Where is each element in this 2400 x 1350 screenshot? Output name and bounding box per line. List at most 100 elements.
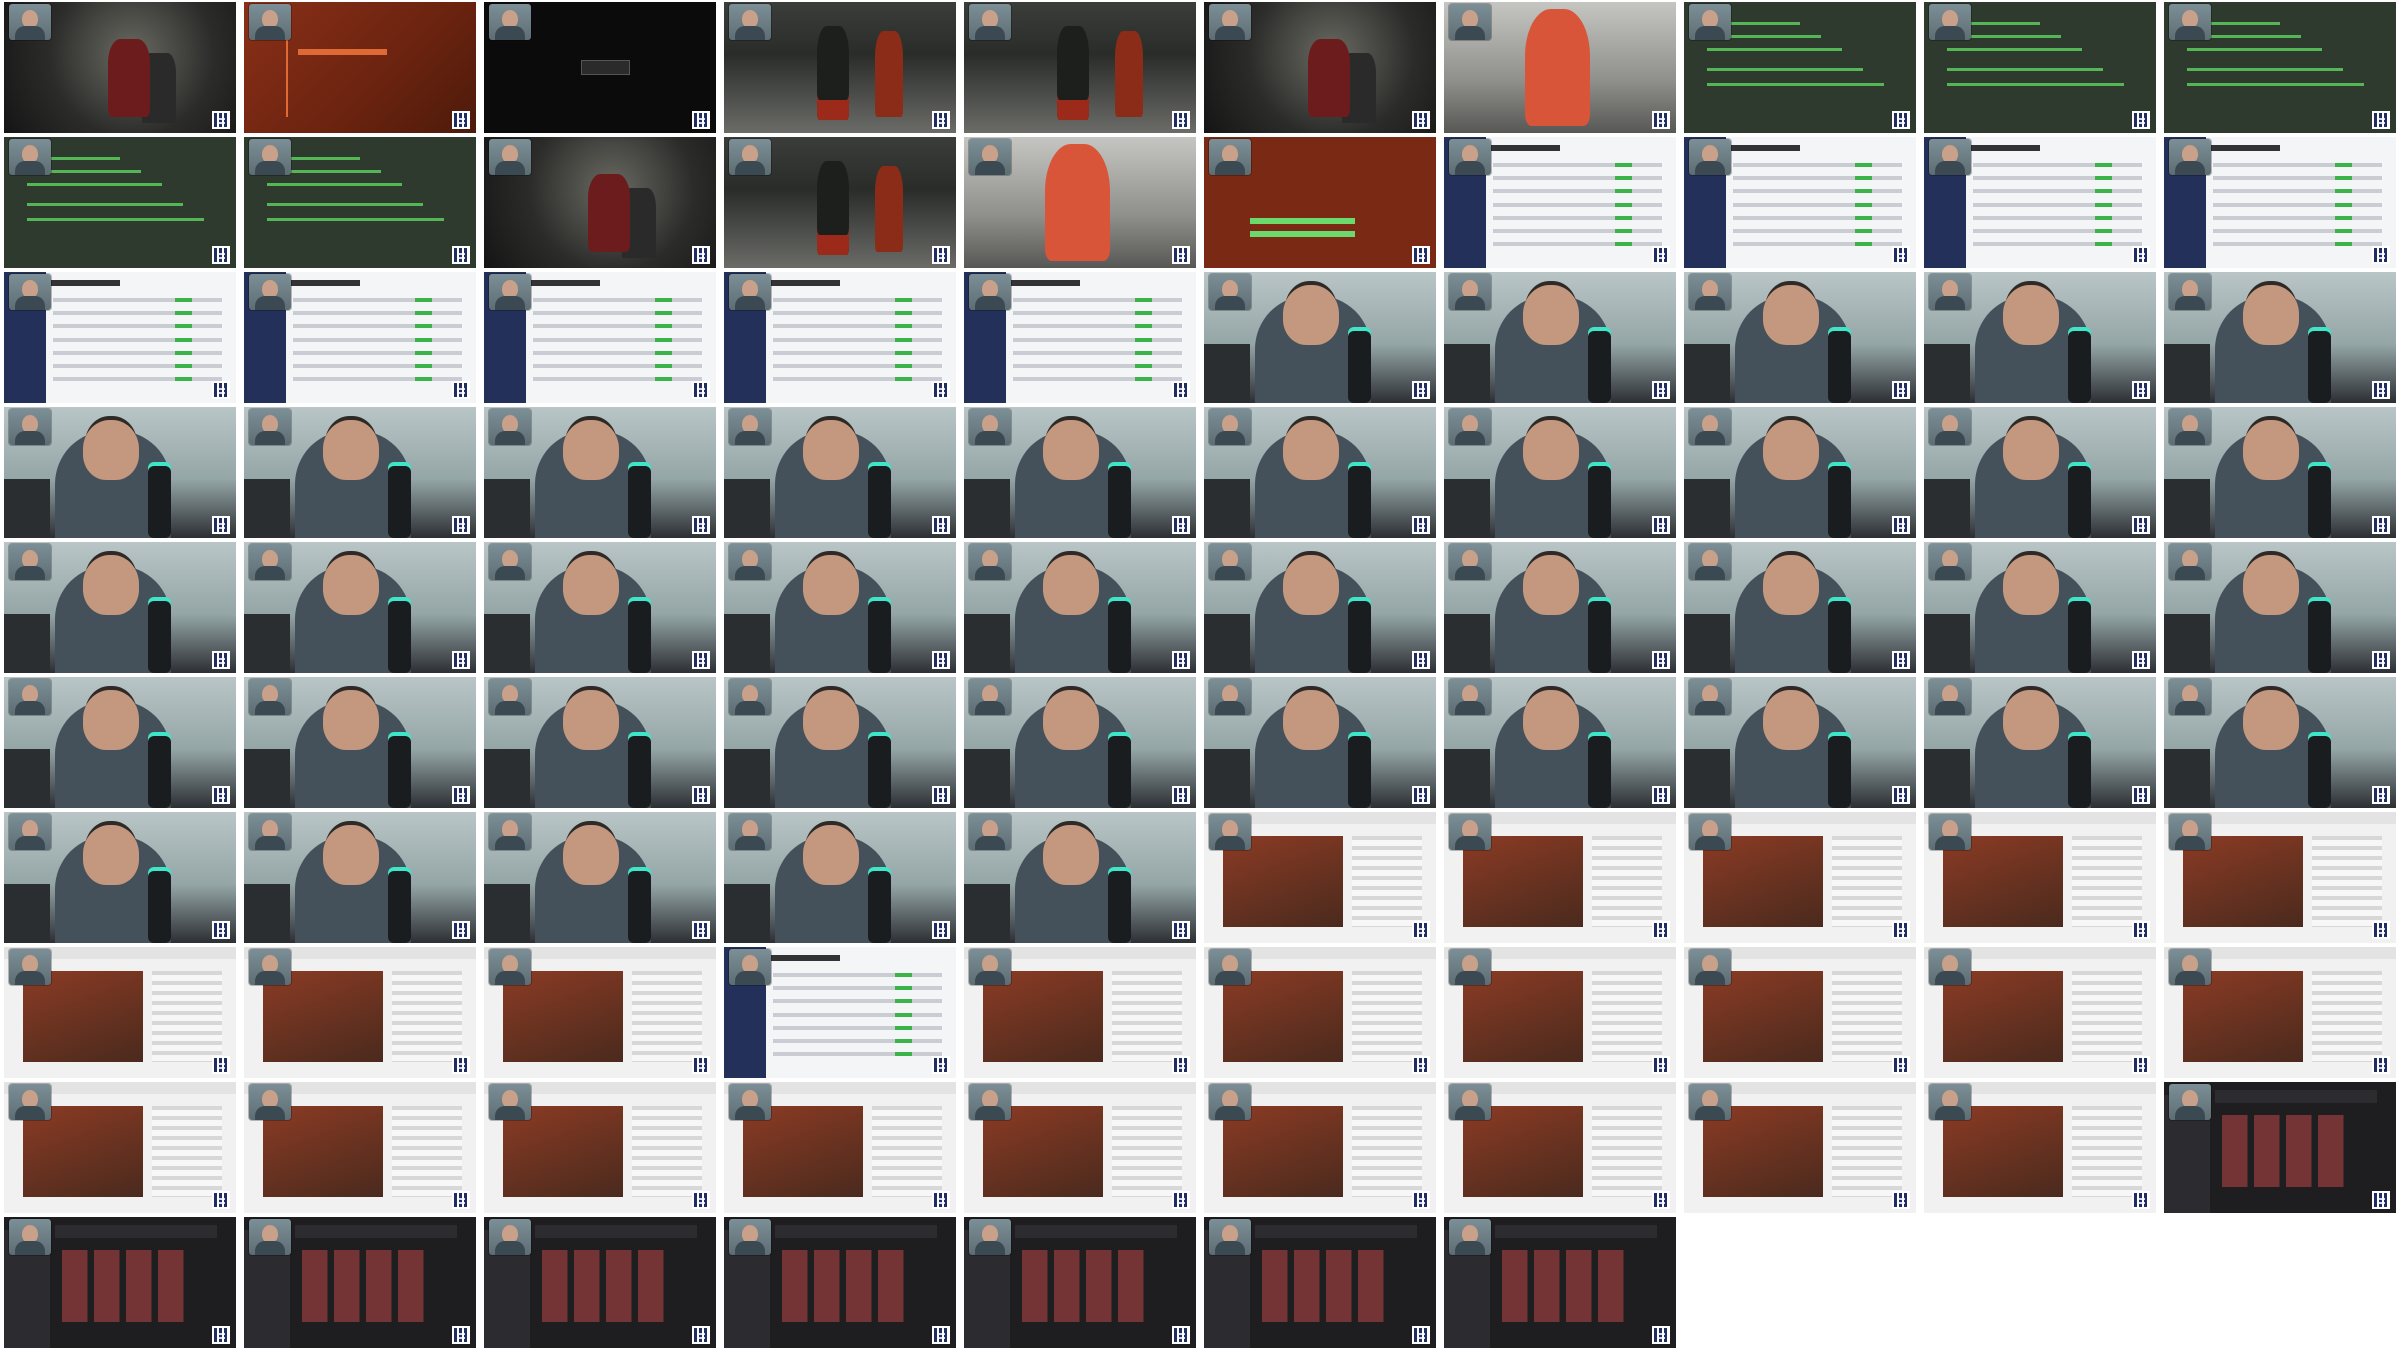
thumbnail-tile[interactable] <box>1924 812 2156 943</box>
thumbnail-tile[interactable] <box>1444 812 1676 943</box>
thumbnail-tile[interactable] <box>4 272 236 403</box>
thumbnail-tile[interactable] <box>964 1082 1196 1213</box>
thumbnail-tile[interactable] <box>244 2 476 133</box>
thumbnail-tile[interactable] <box>964 272 1196 403</box>
thumbnail-tile[interactable] <box>244 407 476 538</box>
thumbnail-tile[interactable] <box>1924 2 2156 133</box>
message-row <box>1972 215 2143 220</box>
thumbnail-tile[interactable] <box>244 947 476 1078</box>
thumbnail-tile[interactable] <box>1924 1082 2156 1213</box>
thumbnail-tile[interactable] <box>244 137 476 268</box>
thumbnail-tile[interactable] <box>1444 137 1676 268</box>
thumbnail-tile[interactable] <box>484 677 716 808</box>
thumbnail-tile[interactable] <box>964 1217 1196 1348</box>
thumbnail-tile[interactable] <box>1684 137 1916 268</box>
thumbnail-tile[interactable] <box>724 272 956 403</box>
thumbnail-tile[interactable] <box>244 542 476 673</box>
thumbnail-tile[interactable] <box>1684 2 1916 133</box>
thumbnail-tile[interactable] <box>4 2 236 133</box>
thumbnail-tile[interactable] <box>964 812 1196 943</box>
thumbnail-tile[interactable] <box>4 542 236 673</box>
thumbnail-tile[interactable] <box>4 137 236 268</box>
thumbnail-tile[interactable] <box>484 542 716 673</box>
thumbnail-tile[interactable] <box>1444 407 1676 538</box>
thumbnail-tile[interactable] <box>2164 677 2396 808</box>
thumbnail-tile[interactable] <box>964 407 1196 538</box>
thumbnail-tile[interactable] <box>244 1082 476 1213</box>
thumbnail-tile[interactable] <box>724 407 956 538</box>
thumbnail-tile[interactable] <box>1924 542 2156 673</box>
thumbnail-tile[interactable] <box>4 1217 236 1348</box>
thumbnail-tile[interactable] <box>1204 542 1436 673</box>
thumbnail-tile[interactable] <box>484 137 716 268</box>
thumbnail-tile[interactable] <box>1204 2 1436 133</box>
thumbnail-tile[interactable] <box>964 947 1196 1078</box>
thumbnail-tile[interactable] <box>1684 1082 1916 1213</box>
thumbnail-tile[interactable] <box>1924 947 2156 1078</box>
qr-code-icon <box>1172 1326 1190 1344</box>
thumbnail-tile[interactable] <box>1204 1082 1436 1213</box>
thumbnail-tile[interactable] <box>244 1217 476 1348</box>
thumbnail-tile[interactable] <box>1444 1082 1676 1213</box>
thumbnail-tile[interactable] <box>1204 407 1436 538</box>
thumbnail-tile[interactable] <box>2164 272 2396 403</box>
thumbnail-tile[interactable] <box>2164 947 2396 1078</box>
thumbnail-tile[interactable] <box>484 947 716 1078</box>
thumbnail-tile[interactable] <box>724 947 956 1078</box>
thumbnail-tile[interactable] <box>1444 542 1676 673</box>
thumbnail-tile[interactable] <box>724 137 956 268</box>
thumbnail-tile[interactable] <box>964 137 1196 268</box>
thumbnail-tile[interactable] <box>4 812 236 943</box>
thumbnail-tile[interactable] <box>1444 2 1676 133</box>
thumbnail-tile[interactable] <box>724 1217 956 1348</box>
thumbnail-tile[interactable] <box>964 677 1196 808</box>
thumbnail-tile[interactable] <box>1204 272 1436 403</box>
thumbnail-tile[interactable] <box>1204 947 1436 1078</box>
thumbnail-tile[interactable] <box>1444 677 1676 808</box>
thumbnail-tile[interactable] <box>484 272 716 403</box>
thumbnail-tile[interactable] <box>724 677 956 808</box>
thumbnail-tile[interactable] <box>1684 407 1916 538</box>
thumbnail-tile[interactable] <box>964 2 1196 133</box>
thumbnail-tile[interactable] <box>484 812 716 943</box>
thumbnail-tile[interactable] <box>724 542 956 673</box>
thumbnail-tile[interactable] <box>1204 137 1436 268</box>
thumbnail-tile[interactable] <box>484 407 716 538</box>
thumbnail-tile[interactable] <box>1924 407 2156 538</box>
thumbnail-tile[interactable] <box>1204 812 1436 943</box>
thumbnail-tile[interactable] <box>1684 947 1916 1078</box>
thumbnail-tile[interactable] <box>1444 947 1676 1078</box>
thumbnail-tile[interactable] <box>2164 812 2396 943</box>
thumbnail-tile[interactable] <box>1924 272 2156 403</box>
thumbnail-tile[interactable] <box>1444 1217 1676 1348</box>
thumbnail-tile[interactable] <box>484 1082 716 1213</box>
thumbnail-tile[interactable] <box>1444 272 1676 403</box>
thumbnail-tile[interactable] <box>1204 1217 1436 1348</box>
thumbnail-tile[interactable] <box>244 272 476 403</box>
thumbnail-tile[interactable] <box>244 812 476 943</box>
thumbnail-tile[interactable] <box>4 677 236 808</box>
thumbnail-tile[interactable] <box>724 1082 956 1213</box>
thumbnail-tile[interactable] <box>2164 1082 2396 1213</box>
thumbnail-tile[interactable] <box>2164 407 2396 538</box>
thumbnail-tile[interactable] <box>964 542 1196 673</box>
thumbnail-tile[interactable] <box>1924 137 2156 268</box>
thumbnail-tile[interactable] <box>2164 137 2396 268</box>
thumbnail-tile[interactable] <box>484 1217 716 1348</box>
thumbnail-tile[interactable] <box>4 407 236 538</box>
thumbnail-tile[interactable] <box>1684 677 1916 808</box>
thumbnail-tile[interactable] <box>244 677 476 808</box>
thumbnail-tile[interactable] <box>1924 677 2156 808</box>
thumbnail-tile[interactable] <box>2164 542 2396 673</box>
thumbnail-tile[interactable] <box>2164 2 2396 133</box>
thumbnail-tile[interactable] <box>1684 272 1916 403</box>
thumbnail-tile[interactable] <box>1684 812 1916 943</box>
thumbnail-tile[interactable] <box>724 812 956 943</box>
thumbnail-tile[interactable] <box>1204 677 1436 808</box>
thumbnail-tile[interactable] <box>4 1082 236 1213</box>
thumbnail-tile[interactable] <box>1684 542 1916 673</box>
thumbnail-tile[interactable] <box>4 947 236 1078</box>
thumbnail-tile[interactable] <box>724 2 956 133</box>
thumbnail-tile[interactable] <box>484 2 716 133</box>
background-monitor <box>1684 479 1731 538</box>
